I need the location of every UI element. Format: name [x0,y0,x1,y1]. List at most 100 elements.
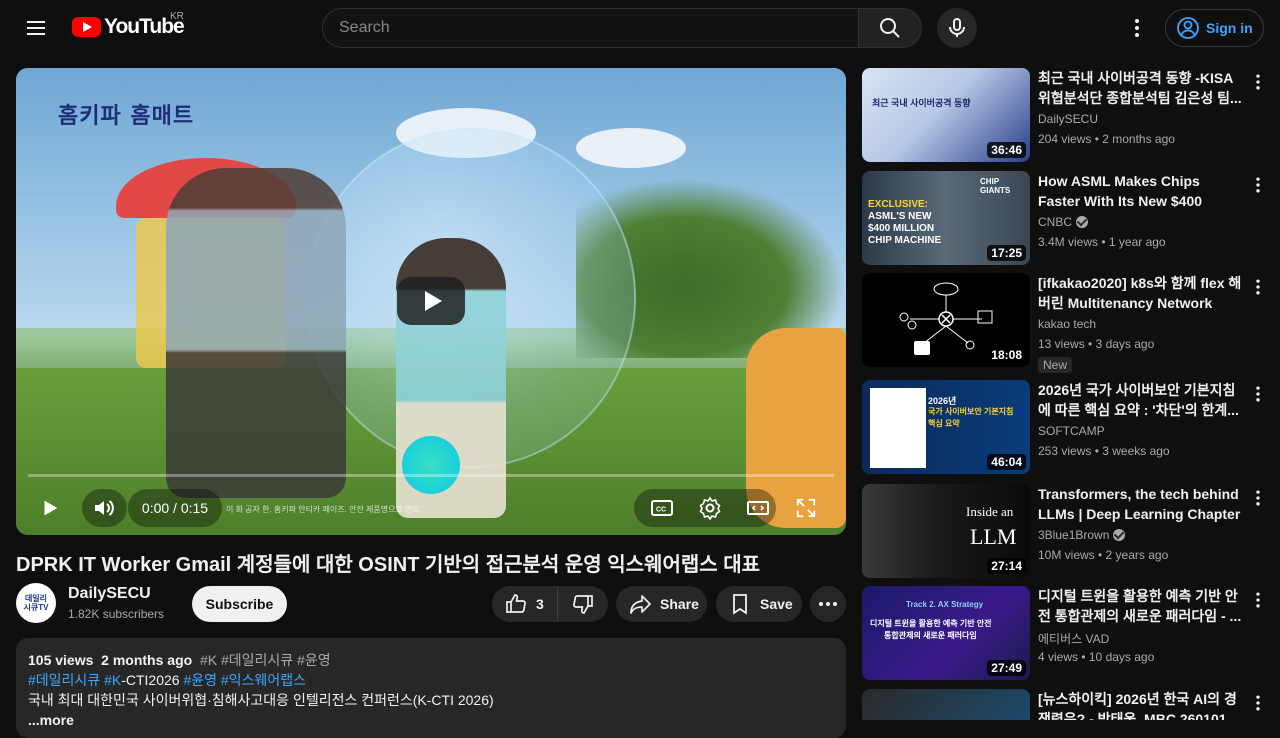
save-button[interactable]: Save [716,586,802,622]
video-thumbnail[interactable]: 2026년 국가 사이버보안 기본지침 핵심 요약 46:04 [862,380,1030,474]
search-input[interactable] [339,19,842,37]
settings-button[interactable] [694,492,726,524]
show-more-link[interactable]: ...more [28,710,834,730]
country-code: KR [170,11,184,22]
menu-button[interactable] [16,8,56,48]
large-play-button[interactable] [397,277,465,325]
hashtag-link[interactable]: #윤영 [183,672,217,688]
settings-more-button[interactable] [1117,8,1157,48]
subtitles-button[interactable]: CC [646,492,678,524]
sign-in-button[interactable]: Sign in [1165,9,1264,47]
channel-label: SOFTCAMP [1038,424,1105,438]
channel-label: 에티버스 VAD [1038,632,1110,646]
thumbnail-text: 최근 국내 사이버공격 동향 [872,98,971,108]
upload-date: 2 months ago [101,652,193,668]
channel-name[interactable]: DailySECU [68,585,151,603]
recommendation-meta: 13 views • 3 days ago [1038,337,1155,351]
thumbnail-text: ASML'S NEW [868,211,932,222]
video-player[interactable]: 홈키파 홈매트 0:00 / 0:15 CC 이 화 공자 한. 홈키파 안티카… [16,68,846,535]
more-actions-button[interactable] [810,586,846,622]
recommendation-channel[interactable]: 3Blue1Brown [1038,528,1126,542]
recommendation-menu-button[interactable] [1246,70,1270,94]
recommendation-title[interactable]: [뉴스하이킥] 2026년 한국 AI의 경쟁력은? - 박태웅, MBC 26… [1038,689,1244,720]
recommendation-menu-button[interactable] [1246,275,1270,299]
recommendation-channel[interactable]: kakao tech [1038,317,1096,331]
like-button[interactable]: 3 [492,586,558,622]
closed-captions-icon: CC [651,500,673,516]
thumbnail-text: CHIP MACHINE [868,235,942,246]
recommendation-title[interactable]: 최근 국내 사이버공격 동향 -KISA 위협분석단 종합분석팀 김은성 팀..… [1038,68,1244,108]
recommendation-meta: 10M views • 2 years ago [1038,548,1169,562]
hashtag-link[interactable]: #K [104,672,121,688]
description-meta-row: 105 views 2 months ago #K #데일리시큐 #윤영 [28,650,834,670]
progress-bar[interactable] [28,474,834,477]
recommendation-menu-button[interactable] [1246,382,1270,406]
recommendation-item[interactable]: Track 2. AX Strategy 디지털 트윈을 활용한 예측 기반 안… [862,586,1280,682]
thumbnail-text: $400 MILLION [868,223,935,234]
time-display: 0:00 / 0:15 [128,489,222,527]
search-button[interactable] [858,8,922,48]
youtube-logo-icon [72,17,101,37]
recommendation-title[interactable]: How ASML Makes Chips Faster With Its New… [1038,171,1244,211]
hashtag-link[interactable]: #데일리시큐 [28,672,100,688]
recommendation-menu-button[interactable] [1246,691,1270,715]
play-button[interactable] [34,492,66,524]
svg-text:CC: CC [656,507,666,514]
ad-banner-text: 홈키파 홈매트 [58,104,195,129]
recommendation-item[interactable]: [뉴스하이킥] 2026년 한국 AI의 경쟁력은? - 박태웅, MBC 26… [862,689,1280,720]
more-horiz-icon [819,602,837,606]
subscribe-button[interactable]: Subscribe [192,586,287,622]
recommendation-item[interactable]: Inside an LLM 27:14 Transformers, the te… [862,484,1280,580]
youtube-logo[interactable]: YouTube [72,15,185,39]
video-thumbnail[interactable]: 최근 국내 사이버공격 동향 36:46 [862,68,1030,162]
recommendation-menu-button[interactable] [1246,173,1270,197]
ad-scene-man [166,168,346,498]
mute-button[interactable] [88,492,120,524]
recommendation-channel[interactable]: DailySECU [1038,112,1098,126]
video-thumbnail[interactable]: EXCLUSIVE: ASML'S NEW $400 MILLION CHIP … [862,171,1030,265]
thumbnail-text: 통합관제의 새로운 패러다임 [884,631,977,640]
recommendation-channel[interactable]: 에티버스 VAD [1038,630,1109,647]
theater-mode-button[interactable] [742,492,774,524]
verified-icon [1113,529,1126,541]
recommendation-title[interactable]: Transformers, the tech behind LLMs | Dee… [1038,484,1244,524]
recommendation-item[interactable]: EXCLUSIVE: ASML'S NEW $400 MILLION CHIP … [862,171,1280,267]
search-icon [880,18,900,38]
description-body: 국내 최대 대한민국 사이버위협·침해사고대응 인텔리전스 컨퍼런스(K-CTI… [28,692,494,708]
recommendation-menu-button[interactable] [1246,588,1270,612]
settings-icon [699,496,721,520]
thumbnail-text: 디지털 트윈을 활용한 예측 기반 안전 [870,619,992,628]
video-thumbnail[interactable]: Track 2. AX Strategy 디지털 트윈을 활용한 예측 기반 안… [862,586,1030,680]
fullscreen-button[interactable] [790,492,822,524]
more-vert-icon [1256,695,1260,711]
video-thumbnail[interactable] [862,689,1030,720]
recommendation-channel[interactable]: CNBC [1038,215,1089,229]
description-box[interactable]: 105 views 2 months ago #K #데일리시큐 #윤영 #데일… [16,638,846,738]
recommendation-item[interactable]: 최근 국내 사이버공격 동향 36:46 최근 국내 사이버공격 동향 -KIS… [862,68,1280,164]
video-duration: 36:46 [987,142,1026,158]
view-count: 105 views [28,652,94,668]
hashtag-link[interactable]: #익스웨어랩스 [221,672,306,688]
recommendation-item[interactable]: 2026년 국가 사이버보안 기본지침 핵심 요약 46:04 2026년 국가… [862,380,1280,476]
video-thumbnail[interactable]: Inside an LLM 27:14 [862,484,1030,578]
voice-search-button[interactable] [937,8,977,48]
thumb-up-icon [506,594,526,613]
channel-avatar[interactable]: 데일리 시큐TV [16,583,56,623]
recommendation-item[interactable]: 18:08 [ifkakao2020] k8s와 함께 flex 해버린 Mul… [862,273,1280,373]
video-thumbnail[interactable]: 18:08 [862,273,1030,367]
search-box[interactable] [322,8,859,48]
recommendation-title[interactable]: [ifkakao2020] k8s와 함께 flex 해버린 Multitena… [1038,273,1244,313]
recommendation-title[interactable]: 디지털 트윈을 활용한 예측 기반 안전 통합관제의 새로운 패러다임 - ..… [1038,586,1244,626]
channel-label: 3Blue1Brown [1038,528,1110,542]
save-label: Save [760,596,793,612]
more-vert-icon [1256,592,1260,608]
recommendation-channel[interactable]: SOFTCAMP [1038,424,1105,438]
video-title: DPRK IT Worker Gmail 계정들에 대한 OSINT 기반의 접… [16,554,761,576]
verified-icon [1076,216,1089,228]
dislike-button[interactable] [558,592,608,616]
recommendation-title[interactable]: 2026년 국가 사이버보안 기본지침에 따른 핵심 요약 : '차단'의 한계… [1038,380,1244,420]
channel-label: DailySECU [1038,112,1099,126]
recommendation-menu-button[interactable] [1246,486,1270,510]
video-duration: 17:25 [987,245,1026,261]
share-button[interactable]: Share [616,586,707,622]
